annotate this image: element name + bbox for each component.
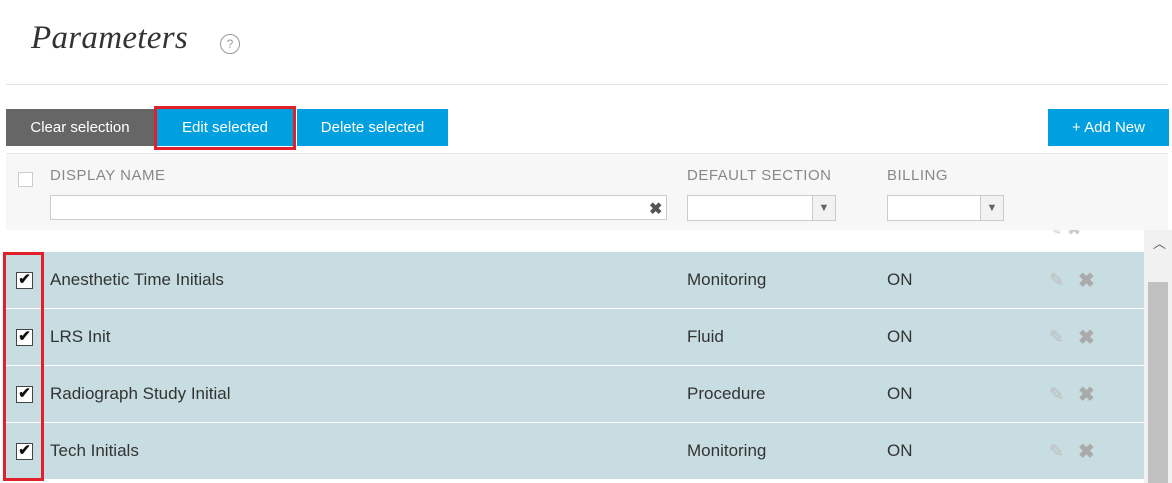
help-icon[interactable]: ? — [220, 34, 240, 54]
row-display-name: Anesthetic Time Initials — [50, 270, 224, 289]
close-icon[interactable]: ✖ — [1078, 382, 1095, 407]
table-row: ✎ ✖ — [6, 230, 1144, 250]
table-row[interactable]: ✔ Tech Initials Monitoring ON ✎ ✖ — [6, 423, 1144, 479]
row-default-section: Monitoring — [687, 270, 767, 289]
table-row[interactable]: ✔ Radiograph Study Initial Procedure ON … — [6, 366, 1144, 422]
pencil-icon[interactable]: ✎ — [1049, 327, 1064, 348]
row-checkbox[interactable]: ✔ — [16, 329, 33, 346]
close-icon[interactable]: ✖ — [1078, 439, 1095, 464]
pencil-icon[interactable]: ✎ — [1049, 441, 1064, 462]
scrollbar-thumb[interactable] — [1148, 282, 1168, 483]
row-display-name: LRS Init — [50, 327, 111, 346]
billing-filter-select[interactable]: ▼ — [887, 195, 1004, 221]
row-billing: ON — [887, 441, 913, 460]
row-display-name: Radiograph Study Initial — [50, 384, 231, 403]
chevron-down-icon: ▼ — [812, 196, 835, 220]
row-billing: ON — [887, 384, 913, 403]
chevron-down-icon: ▼ — [980, 196, 1003, 220]
default-section-filter-select[interactable]: ▼ — [687, 195, 836, 221]
add-new-button[interactable]: + Add New — [1048, 109, 1169, 146]
page-title: Parameters — [31, 20, 188, 56]
divider — [6, 84, 1168, 85]
row-checkbox[interactable]: ✔ — [16, 443, 33, 460]
chevron-up-icon[interactable]: ︿ — [1153, 233, 1166, 252]
row-checkbox[interactable]: ✔ — [16, 386, 33, 403]
table-header: DISPLAY NAME DEFAULT SECTION BILLING ✖ ▼… — [6, 153, 1168, 230]
row-icons-partial: ✎ ✖ — [1048, 230, 1081, 240]
row-billing: ON — [887, 327, 913, 346]
column-header-billing[interactable]: BILLING — [887, 167, 948, 184]
vertical-scrollbar[interactable]: ︿ — [1144, 230, 1172, 483]
table-row[interactable]: ✔ Anesthetic Time Initials Monitoring ON… — [6, 252, 1144, 308]
table-row[interactable]: ✔ LRS Init Fluid ON ✎ ✖ — [6, 309, 1144, 365]
row-billing: ON — [887, 270, 913, 289]
row-default-section: Monitoring — [687, 441, 767, 460]
pencil-icon[interactable]: ✎ — [1049, 384, 1064, 405]
close-icon[interactable]: ✖ — [1078, 325, 1095, 350]
close-icon[interactable]: ✖ — [649, 199, 662, 219]
close-icon[interactable]: ✖ — [1078, 268, 1095, 293]
display-name-filter-input[interactable] — [50, 195, 667, 220]
row-checkbox[interactable]: ✔ — [16, 272, 33, 289]
pencil-icon[interactable]: ✎ — [1049, 270, 1064, 291]
clear-selection-button[interactable]: Clear selection — [6, 109, 154, 146]
select-all-checkbox[interactable] — [18, 172, 33, 187]
table-body: ✎ ✖ ✔ Anesthetic Time Initials Monitorin… — [6, 230, 1168, 483]
delete-selected-button[interactable]: Delete selected — [297, 109, 448, 146]
row-default-section: Fluid — [687, 327, 724, 346]
edit-selected-button[interactable]: Edit selected — [157, 109, 293, 146]
row-default-section: Procedure — [687, 384, 766, 403]
column-header-default-section[interactable]: DEFAULT SECTION — [687, 167, 831, 184]
column-header-display-name[interactable]: DISPLAY NAME — [50, 167, 165, 184]
row-display-name: Tech Initials — [50, 441, 139, 460]
